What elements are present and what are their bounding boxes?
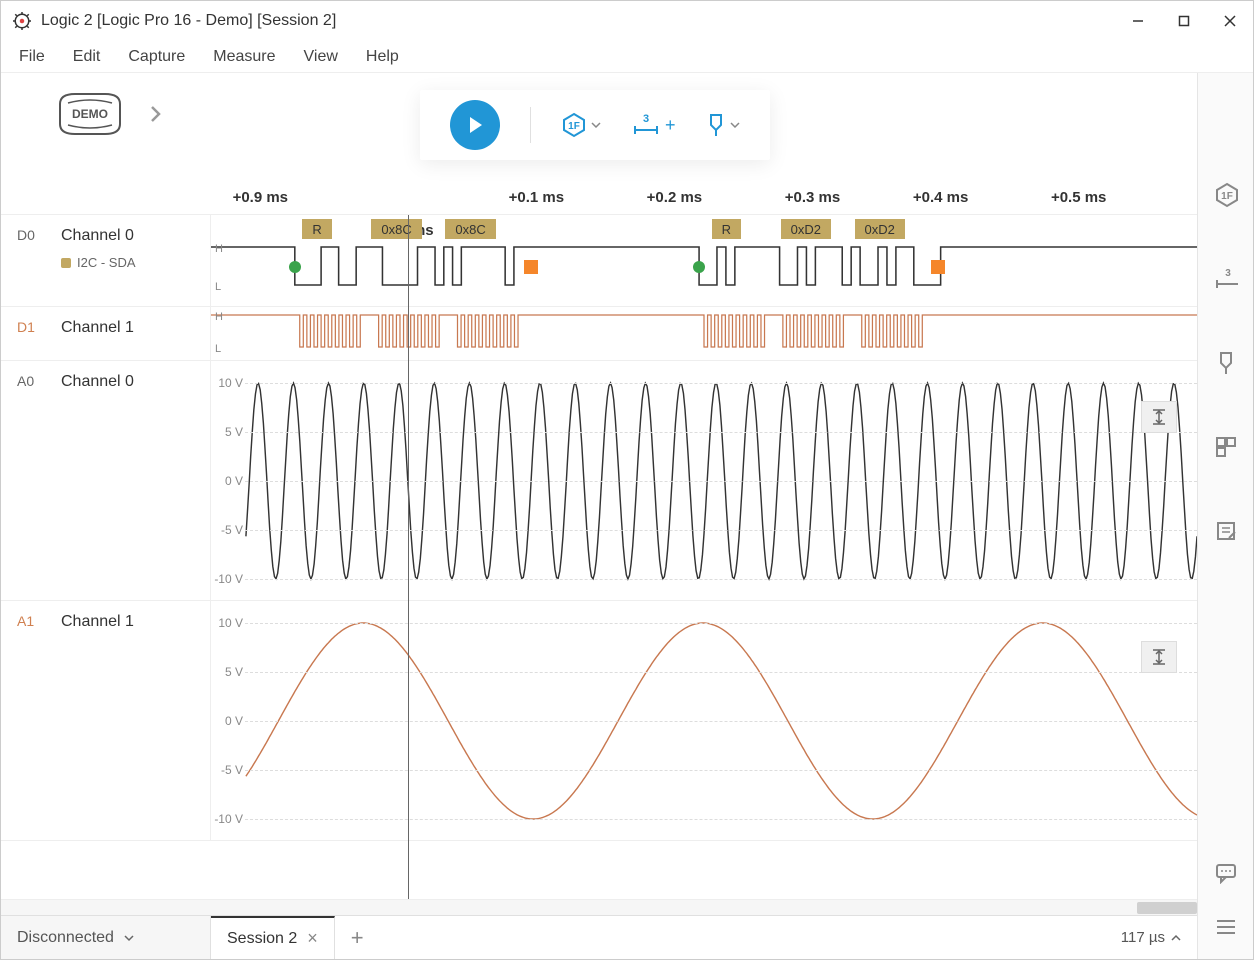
channel-id: A0 bbox=[17, 373, 43, 389]
channel-name[interactable]: Channel 0 bbox=[61, 373, 134, 391]
voltage-axis-label: -5 V bbox=[211, 523, 243, 537]
device-badge[interactable]: DEMO bbox=[50, 89, 130, 139]
minimize-button[interactable] bbox=[1115, 1, 1161, 41]
expand-device-panel-icon[interactable] bbox=[150, 105, 162, 123]
fit-vertical-button[interactable] bbox=[1141, 641, 1177, 673]
window-controls bbox=[1115, 1, 1253, 41]
stop-marker-icon[interactable] bbox=[524, 260, 538, 274]
start-marker-icon[interactable] bbox=[693, 261, 705, 273]
channel-row-d1: D1 Channel 1 H L bbox=[1, 307, 1197, 361]
svg-text:1F: 1F bbox=[568, 121, 580, 132]
main-menu-icon[interactable] bbox=[1214, 915, 1238, 939]
decoder-tag[interactable]: R bbox=[302, 219, 331, 239]
svg-text:DEMO: DEMO bbox=[72, 107, 108, 121]
maximize-button[interactable] bbox=[1161, 1, 1207, 41]
channel-row-a0: A0 Channel 0 10 V 5 V 0 V -5 V -10 V bbox=[1, 361, 1197, 601]
time-cursor[interactable] bbox=[408, 215, 409, 899]
channel-name[interactable]: Channel 0 bbox=[61, 227, 136, 245]
voltage-axis-label: -10 V bbox=[211, 812, 243, 826]
channel-id: D0 bbox=[17, 227, 43, 243]
channel-name[interactable]: Channel 1 bbox=[61, 319, 134, 337]
svg-text:3: 3 bbox=[1225, 268, 1231, 279]
svg-text:3: 3 bbox=[643, 113, 649, 125]
voltage-axis-label: 5 V bbox=[211, 665, 243, 679]
capture-toolbar: 1F 3 + bbox=[420, 90, 770, 160]
voltage-axis-label: 10 V bbox=[211, 376, 243, 390]
menubar: File Edit Capture Measure View Help bbox=[1, 41, 1253, 73]
window-title: Logic 2 [Logic Pro 16 - Demo] [Session 2… bbox=[41, 12, 336, 30]
waveform-a0[interactable]: 10 V 5 V 0 V -5 V -10 V bbox=[211, 361, 1197, 600]
voltage-axis-label: 5 V bbox=[211, 425, 243, 439]
decoder-tag[interactable]: 0xD2 bbox=[855, 219, 905, 239]
channel-row-a1: A1 Channel 1 10 V 5 V 0 V -5 V -10 V bbox=[1, 601, 1197, 841]
close-button[interactable] bbox=[1207, 1, 1253, 41]
stop-marker-icon[interactable] bbox=[931, 260, 945, 274]
channel-id: D1 bbox=[17, 319, 43, 335]
markers-dropdown[interactable] bbox=[706, 112, 740, 138]
menu-view[interactable]: View bbox=[294, 44, 348, 70]
channel-protocol[interactable]: I2C - SDA bbox=[61, 255, 136, 270]
menu-measure[interactable]: Measure bbox=[203, 44, 285, 70]
toolbar-separator bbox=[530, 107, 531, 143]
measurements-panel-icon[interactable]: 3 bbox=[1214, 267, 1238, 291]
right-sidebar: 1F 3 bbox=[1197, 73, 1253, 959]
voltage-axis-label: 10 V bbox=[211, 616, 243, 630]
channel-id: A1 bbox=[17, 613, 43, 629]
close-tab-icon[interactable]: × bbox=[307, 928, 318, 949]
connection-status-dropdown[interactable]: Disconnected bbox=[1, 916, 211, 959]
channel-name[interactable]: Channel 1 bbox=[61, 613, 134, 631]
decoder-tag[interactable]: 0xD2 bbox=[781, 219, 831, 239]
time-tick: +0.2 ms bbox=[647, 189, 702, 206]
svg-text:1F: 1F bbox=[1221, 191, 1233, 202]
waveform-d1[interactable]: H L bbox=[211, 307, 1197, 360]
notes-panel-icon[interactable] bbox=[1214, 519, 1238, 543]
voltage-axis-label: 0 V bbox=[211, 714, 243, 728]
analyzers-dropdown[interactable]: 1F bbox=[561, 112, 601, 138]
decoder-tag[interactable]: 0x8C bbox=[371, 219, 421, 239]
menu-capture[interactable]: Capture bbox=[118, 44, 195, 70]
session-tab-label: Session 2 bbox=[227, 930, 297, 948]
measurements-button[interactable]: 3 + bbox=[631, 112, 676, 138]
start-capture-button[interactable] bbox=[450, 100, 500, 150]
menu-file[interactable]: File bbox=[9, 44, 55, 70]
waveform-a1[interactable]: 10 V 5 V 0 V -5 V -10 V bbox=[211, 601, 1197, 840]
markers-panel-icon[interactable] bbox=[1214, 351, 1238, 375]
voltage-axis-label: -10 V bbox=[211, 572, 243, 586]
protocol-color-dot bbox=[61, 258, 71, 268]
menu-help[interactable]: Help bbox=[356, 44, 409, 70]
channel-row-d0: D0 Channel 0 I2C - SDA H L R0x8C0x8CR0xD… bbox=[1, 215, 1197, 307]
analyzers-panel-icon[interactable]: 1F bbox=[1214, 183, 1238, 207]
voltage-axis-label: -5 V bbox=[211, 763, 243, 777]
bottom-bar: Disconnected Session 2 × + 117 µs bbox=[1, 915, 1197, 959]
horizontal-scrollbar[interactable] bbox=[1, 899, 1197, 915]
time-tick: +0.5 ms bbox=[1051, 189, 1106, 206]
menu-edit[interactable]: Edit bbox=[63, 44, 111, 70]
fit-vertical-button[interactable] bbox=[1141, 401, 1177, 433]
time-tick: +0.4 ms bbox=[913, 189, 968, 206]
zoom-level-control[interactable]: 117 µs bbox=[1105, 929, 1197, 946]
voltage-axis-label: 0 V bbox=[211, 474, 243, 488]
app-icon bbox=[13, 12, 31, 30]
waveform-d0[interactable]: H L R0x8C0x8CR0xD20xD2 bbox=[211, 215, 1197, 306]
time-tick: +0.1 ms bbox=[509, 189, 564, 206]
feedback-icon[interactable] bbox=[1214, 861, 1238, 885]
titlebar: Logic 2 [Logic Pro 16 - Demo] [Session 2… bbox=[1, 1, 1253, 41]
extensions-panel-icon[interactable] bbox=[1214, 435, 1238, 459]
add-session-tab-button[interactable]: + bbox=[335, 925, 380, 951]
session-tab[interactable]: Session 2 × bbox=[211, 916, 335, 959]
start-marker-icon[interactable] bbox=[289, 261, 301, 273]
time-tick: +0.3 ms bbox=[785, 189, 840, 206]
decoder-tag[interactable]: R bbox=[712, 219, 741, 239]
decoder-tag[interactable]: 0x8C bbox=[445, 219, 495, 239]
time-tick: +0.9 ms bbox=[233, 189, 288, 206]
